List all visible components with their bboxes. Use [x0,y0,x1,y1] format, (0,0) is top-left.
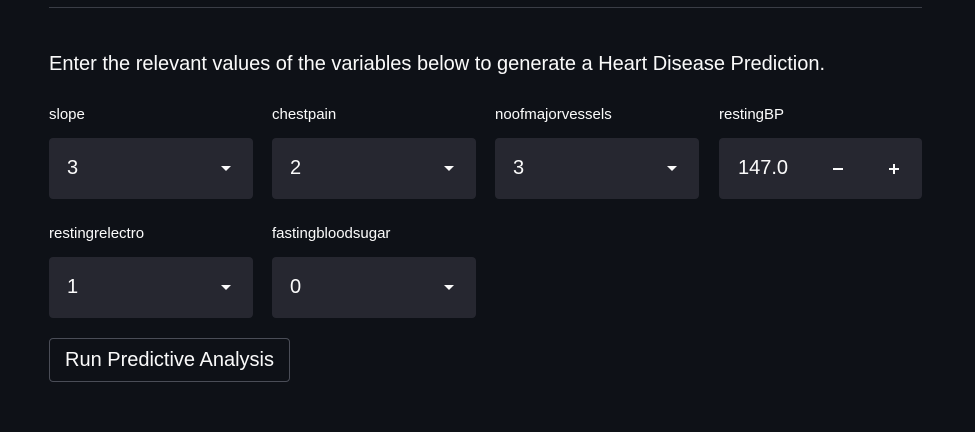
restingbp-number-input[interactable]: 147.0 [719,138,922,199]
chevron-down-icon [667,166,677,171]
slope-selected-value: 3 [67,157,79,179]
noofmajorvessels-select[interactable]: 3 [495,138,699,199]
restingbp-label: restingBP [719,106,785,123]
intro-text: Enter the relevant values of the variabl… [49,53,825,75]
slope-label: slope [49,106,85,123]
chevron-down-icon [221,285,231,290]
noofmajorvessels-field: noofmajorvessels 3 [495,106,699,199]
fastingbloodsugar-selected-value: 0 [290,276,302,298]
noofmajorvessels-selected-value: 3 [513,157,525,179]
chevron-down-icon [444,166,454,171]
slope-select[interactable]: 3 [49,138,253,199]
chestpain-label: chestpain [272,106,337,123]
fastingbloodsugar-select[interactable]: 0 [272,257,476,318]
fastingbloodsugar-field: fastingbloodsugar 0 [272,225,476,318]
fastingbloodsugar-label: fastingbloodsugar [272,225,391,242]
minus-icon [833,167,843,170]
restingrelectro-selected-value: 1 [67,276,79,298]
restingrelectro-select[interactable]: 1 [49,257,253,318]
restingbp-increment-button[interactable] [866,138,922,199]
run-predictive-analysis-button[interactable]: Run Predictive Analysis [49,338,290,382]
slope-field: slope 3 [49,106,253,199]
plus-icon [889,163,899,174]
chevron-down-icon [221,166,231,171]
top-divider [49,7,922,8]
chestpain-field: chestpain 2 [272,106,476,199]
chevron-down-icon [444,285,454,290]
prediction-form-page: Enter the relevant values of the variabl… [0,0,975,432]
restingrelectro-field: restingrelectro 1 [49,225,253,318]
noofmajorvessels-label: noofmajorvessels [495,106,612,123]
chestpain-select[interactable]: 2 [272,138,476,199]
restingbp-decrement-button[interactable] [810,138,866,199]
restingrelectro-label: restingrelectro [49,225,145,242]
restingbp-field: restingBP 147.0 [719,106,923,199]
restingbp-value[interactable]: 147.0 [738,156,788,180]
chestpain-selected-value: 2 [290,157,302,179]
